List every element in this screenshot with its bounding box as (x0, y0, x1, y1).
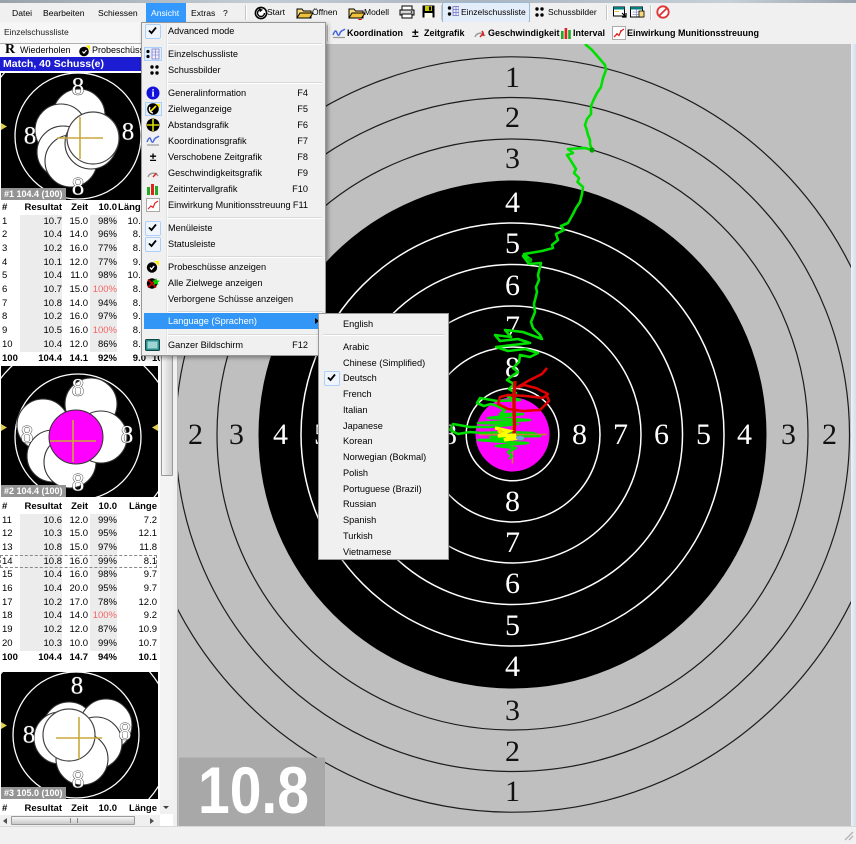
svg-text:8: 8 (72, 375, 85, 402)
svg-text:8: 8 (72, 767, 85, 794)
svg-text:8: 8 (24, 123, 37, 150)
svg-text:8: 8 (119, 719, 132, 746)
svg-text:5: 5 (696, 418, 711, 451)
svg-text:3: 3 (505, 142, 520, 175)
svg-text:3: 3 (505, 694, 520, 727)
svg-text:2: 2 (505, 101, 520, 134)
svg-text:4: 4 (273, 418, 288, 451)
svg-text:4: 4 (505, 650, 520, 683)
svg-text:8: 8 (23, 722, 36, 749)
svg-text:8: 8 (21, 422, 34, 449)
svg-text:8: 8 (71, 673, 84, 700)
svg-text:8: 8 (572, 418, 587, 451)
svg-text:4: 4 (737, 418, 752, 451)
svg-text:8: 8 (122, 119, 135, 146)
svg-text:8: 8 (72, 174, 85, 201)
svg-text:i: i (151, 88, 154, 100)
svg-text:2: 2 (505, 735, 520, 768)
svg-text:6: 6 (505, 269, 520, 302)
svg-text:8: 8 (121, 422, 134, 449)
svg-text:1: 1 (505, 775, 520, 808)
svg-text:5: 5 (505, 609, 520, 642)
svg-text:8: 8 (72, 470, 85, 497)
svg-text:1: 1 (505, 61, 520, 94)
svg-text:6: 6 (505, 567, 520, 600)
svg-text:±: ± (150, 150, 157, 164)
svg-text:2: 2 (822, 418, 837, 451)
svg-text:3: 3 (229, 418, 244, 451)
svg-text:6: 6 (654, 418, 669, 451)
svg-text:5: 5 (505, 227, 520, 260)
svg-text:4: 4 (505, 186, 520, 219)
svg-text:2: 2 (188, 418, 203, 451)
svg-text:8: 8 (505, 485, 520, 518)
svg-text:10.8: 10.8 (198, 753, 309, 826)
svg-text:3: 3 (781, 418, 796, 451)
svg-text:7: 7 (505, 526, 520, 559)
svg-text:8: 8 (72, 74, 85, 101)
svg-text:7: 7 (613, 418, 628, 451)
